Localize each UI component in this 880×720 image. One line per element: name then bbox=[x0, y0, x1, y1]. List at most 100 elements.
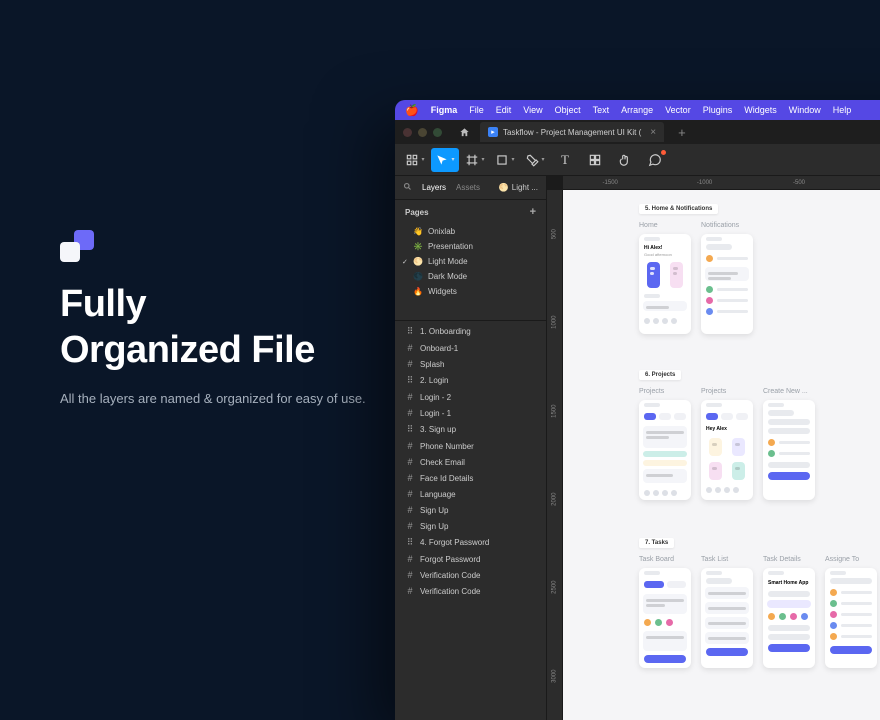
add-page-button[interactable]: + bbox=[530, 206, 536, 218]
layer-section-signup[interactable]: ⠿3. Sign up bbox=[395, 421, 546, 438]
layer-frame-phone-number[interactable]: #Phone Number bbox=[395, 438, 546, 454]
search-icon[interactable] bbox=[403, 182, 412, 193]
section-label-tasks[interactable]: 7. Tasks bbox=[639, 538, 674, 548]
menu-window[interactable]: Window bbox=[789, 105, 821, 115]
canvas-content[interactable]: 5xt.com 5. Home & Notifications Home Not… bbox=[563, 190, 880, 720]
mock-projects-greeting: Hey Alex bbox=[701, 423, 753, 435]
layer-frame-face-id[interactable]: #Face Id Details bbox=[395, 470, 546, 486]
frame-notifications[interactable] bbox=[701, 234, 753, 334]
frame-label-create-new[interactable]: Create New ... bbox=[763, 388, 808, 395]
layer-section-login[interactable]: ⠿2. Login bbox=[395, 372, 546, 389]
frame-tool-button[interactable]: ▾ bbox=[461, 148, 489, 172]
page-item-widgets[interactable]: 🔥Widgets bbox=[395, 284, 546, 299]
page-item-dark-mode[interactable]: 🌑Dark Mode bbox=[395, 269, 546, 284]
file-tab-badge-icon: ▸ bbox=[488, 127, 498, 137]
layer-frame-login-1[interactable]: #Login - 1 bbox=[395, 405, 546, 421]
layer-frame-language[interactable]: #Language bbox=[395, 486, 546, 502]
ruler-horizontal: -1500-1000-5000500 bbox=[563, 176, 880, 190]
menu-arrange[interactable]: Arrange bbox=[621, 105, 653, 115]
section-label-projects[interactable]: 6. Projects bbox=[639, 370, 681, 380]
layer-frame-sign-up-2[interactable]: #Sign Up bbox=[395, 518, 546, 534]
page-item-more[interactable] bbox=[395, 299, 546, 314]
menu-widgets[interactable]: Widgets bbox=[744, 105, 777, 115]
frame-label-task-details[interactable]: Task Details bbox=[763, 556, 801, 563]
layer-frame-verification-1[interactable]: #Verification Code bbox=[395, 567, 546, 583]
promo-subtitle: All the layers are named & organized for… bbox=[60, 389, 380, 409]
figma-window: 🍎 Figma File Edit View Object Text Arran… bbox=[395, 100, 880, 720]
mock-home-greeting: Hi Alex! bbox=[639, 244, 691, 252]
page-item-light-mode[interactable]: 🌕Light Mode bbox=[395, 254, 546, 269]
page-item-onixlab[interactable]: 👋Onixlab bbox=[395, 224, 546, 239]
frame-task-board[interactable] bbox=[639, 568, 691, 668]
layers-list: ⠿1. Onboarding #Onboard-1 #Splash ⠿2. Lo… bbox=[395, 320, 546, 720]
window-zoom-icon[interactable] bbox=[433, 128, 442, 137]
frame-assigne-to[interactable] bbox=[825, 568, 877, 668]
tab-layers[interactable]: Layers bbox=[422, 183, 446, 192]
window-titlebar: ▸ Taskflow - Project Management UI Kit (… bbox=[395, 120, 880, 144]
comment-badge-icon bbox=[661, 150, 666, 155]
comment-tool-button[interactable] bbox=[641, 148, 669, 172]
canvas-area[interactable]: -1500-1000-5000500 500100015002000250030… bbox=[547, 176, 880, 720]
menu-help[interactable]: Help bbox=[833, 105, 852, 115]
frame-label-task-board[interactable]: Task Board bbox=[639, 556, 674, 563]
window-minimize-icon[interactable] bbox=[418, 128, 427, 137]
frame-create-new[interactable] bbox=[763, 400, 815, 500]
toolbar: ▾ ▾ ▾ ▾ ▾ T bbox=[395, 144, 880, 176]
menu-file[interactable]: File bbox=[469, 105, 484, 115]
menu-edit[interactable]: Edit bbox=[496, 105, 512, 115]
layer-frame-login-2[interactable]: #Login - 2 bbox=[395, 389, 546, 405]
tab-close-icon[interactable]: × bbox=[650, 127, 656, 138]
layers-panel: Layers Assets 🌕 Light ... Pages + 👋Onixl… bbox=[395, 176, 547, 720]
app-menu-figma[interactable]: Figma bbox=[431, 105, 458, 115]
layer-frame-check-email[interactable]: #Check Email bbox=[395, 454, 546, 470]
hand-tool-button[interactable] bbox=[611, 148, 639, 172]
layer-frame-splash[interactable]: #Splash bbox=[395, 356, 546, 372]
page-item-presentation[interactable]: ✳️Presentation bbox=[395, 239, 546, 254]
promo-title: Fully Organized File bbox=[60, 282, 380, 373]
apple-menu-icon[interactable]: 🍎 bbox=[405, 104, 419, 117]
section-label-home[interactable]: 5. Home & Notifications bbox=[639, 204, 718, 214]
frame-label-notifications[interactable]: Notifications bbox=[701, 222, 739, 229]
traffic-lights bbox=[403, 128, 442, 137]
menu-object[interactable]: Object bbox=[555, 105, 581, 115]
pages-list: 👋Onixlab ✳️Presentation 🌕Light Mode 🌑Dar… bbox=[395, 224, 546, 320]
frame-home[interactable]: Hi Alex! Good afternoon bbox=[639, 234, 691, 334]
frame-task-details[interactable]: Smart Home App bbox=[763, 568, 815, 668]
layer-frame-verification-2[interactable]: #Verification Code bbox=[395, 583, 546, 599]
new-tab-button[interactable]: + bbox=[678, 125, 686, 140]
layer-section-forgot[interactable]: ⠿4. Forgot Password bbox=[395, 534, 546, 551]
move-tool-button[interactable]: ▾ bbox=[431, 148, 459, 172]
layer-frame-sign-up[interactable]: #Sign Up bbox=[395, 502, 546, 518]
pages-header-label: Pages bbox=[405, 208, 429, 217]
text-tool-button[interactable]: T bbox=[551, 148, 579, 172]
frame-label-task-list[interactable]: Task List bbox=[701, 556, 728, 563]
tab-assets[interactable]: Assets bbox=[456, 183, 480, 192]
shape-tool-button[interactable]: ▾ bbox=[491, 148, 519, 172]
frame-projects-1[interactable] bbox=[639, 400, 691, 500]
layer-section-onboarding[interactable]: ⠿1. Onboarding bbox=[395, 323, 546, 340]
mock-task-details-title: Smart Home App bbox=[763, 578, 815, 588]
frame-label-projects-2[interactable]: Projects bbox=[701, 388, 726, 395]
home-tab-icon[interactable] bbox=[454, 124, 474, 140]
window-close-icon[interactable] bbox=[403, 128, 412, 137]
promo-icon bbox=[60, 230, 94, 264]
file-tab[interactable]: ▸ Taskflow - Project Management UI Kit (… bbox=[480, 122, 664, 142]
frame-label-projects-1[interactable]: Projects bbox=[639, 388, 664, 395]
menu-view[interactable]: View bbox=[523, 105, 542, 115]
main-menu-button[interactable]: ▾ bbox=[401, 148, 429, 172]
pen-tool-button[interactable]: ▾ bbox=[521, 148, 549, 172]
ruler-vertical: 50010001500200025003000 bbox=[547, 190, 563, 720]
menu-plugins[interactable]: Plugins bbox=[703, 105, 733, 115]
layer-frame-forgot-password[interactable]: #Forgot Password bbox=[395, 551, 546, 567]
file-tab-title: Taskflow - Project Management UI Kit ( bbox=[503, 128, 641, 137]
menu-text[interactable]: Text bbox=[593, 105, 610, 115]
frame-task-list[interactable] bbox=[701, 568, 753, 668]
mock-home-sub: Good afternoon bbox=[639, 252, 691, 259]
frame-projects-2[interactable]: Hey Alex bbox=[701, 400, 753, 500]
layer-frame-onboard-1[interactable]: #Onboard-1 bbox=[395, 340, 546, 356]
frame-label-assigne-to[interactable]: Assigne To bbox=[825, 556, 859, 563]
frame-label-home[interactable]: Home bbox=[639, 222, 658, 229]
page-selector-chip[interactable]: 🌕 Light ... bbox=[499, 183, 538, 192]
menu-vector[interactable]: Vector bbox=[665, 105, 691, 115]
resources-button[interactable] bbox=[581, 148, 609, 172]
